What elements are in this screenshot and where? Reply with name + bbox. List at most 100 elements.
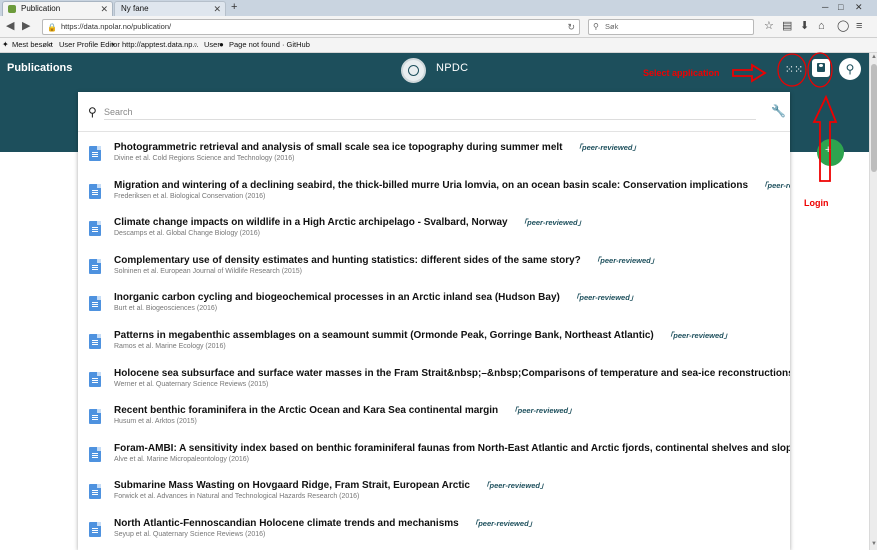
wrench-icon[interactable]: 🔧: [771, 104, 786, 118]
result-meta: Husum et al. Arktos (2015): [114, 418, 197, 426]
document-icon: [89, 409, 101, 425]
bookmark-label: Page not found · GitHub: [229, 40, 310, 49]
page-title[interactable]: Publications: [7, 62, 72, 74]
result-title-link[interactable]: Recent benthic foraminifera in the Arcti…: [114, 405, 576, 416]
tab-label: Publication: [21, 4, 61, 13]
bookmark-user-profile-editor[interactable]: ▫ User Profile Editor: [49, 38, 120, 52]
page-scrollbar[interactable]: ▲ ▼: [869, 53, 877, 550]
document-icon: [89, 371, 101, 387]
list-item[interactable]: Inorganic carbon cycling and biogeochemi…: [78, 290, 790, 328]
scroll-down-icon[interactable]: ▼: [870, 541, 877, 547]
document-icon: [89, 484, 101, 500]
peer-reviewed-badge: 「peer-reviewed」: [510, 406, 576, 416]
peer-reviewed-badge: 「peer-reviewed」: [760, 180, 790, 190]
list-item[interactable]: Climate change impacts on wildlife in a …: [78, 215, 790, 253]
browser-tab-new[interactable]: Ny fane ✕: [114, 1, 226, 16]
result-title-link[interactable]: Complementary use of density estimates a…: [114, 255, 658, 266]
url-bar[interactable]: 🔒 https://data.npolar.no/publication/ ↻: [42, 19, 580, 35]
select-application-annotation: Select application: [643, 68, 720, 78]
list-item[interactable]: Recent benthic foraminifera in the Arcti…: [78, 403, 790, 441]
bookmark-label: Mest besøkt: [12, 40, 53, 49]
maximize-icon[interactable]: □: [838, 0, 843, 14]
scroll-thumb[interactable]: [871, 64, 877, 172]
peer-reviewed-badge: 「peer-reviewed」: [470, 518, 537, 528]
login-annotation: Login: [804, 198, 829, 208]
browser-search-placeholder: Søk: [605, 22, 619, 31]
result-title-link[interactable]: Climate change impacts on wildlife in a …: [114, 217, 585, 228]
page-icon: ▫: [49, 40, 52, 49]
list-item[interactable]: Migration and wintering of a declining s…: [78, 178, 790, 216]
result-title-link[interactable]: Holocene sea subsurface and surface wate…: [114, 368, 790, 379]
back-icon[interactable]: ◀: [6, 20, 14, 33]
bookmark-github[interactable]: ● Page not found · GitHub: [219, 38, 310, 52]
close-tab-icon[interactable]: ✕: [213, 2, 221, 16]
list-item[interactable]: Foram-AMBI: A sensitivity index based on…: [78, 441, 790, 479]
header-search-button[interactable]: ⚲: [839, 58, 861, 80]
window-close-icon[interactable]: ✕: [855, 0, 863, 14]
reload-icon[interactable]: ↻: [567, 20, 575, 34]
document-icon: [89, 296, 101, 312]
menu-icon[interactable]: ≡: [856, 20, 862, 33]
bookmark-apptest[interactable]: ▪ http://apptest.data.np...: [112, 38, 199, 52]
star-icon[interactable]: ☆: [764, 20, 774, 33]
list-item[interactable]: Complementary use of density estimates a…: [78, 253, 790, 291]
result-title-link[interactable]: Migration and wintering of a declining s…: [114, 180, 790, 191]
search-icon: ⚲: [88, 105, 97, 119]
result-title-text: Recent benthic foraminifera in the Arcti…: [114, 405, 499, 417]
result-title-link[interactable]: North Atlantic-Fennoscandian Holocene cl…: [114, 518, 536, 529]
account-box-icon: [817, 63, 825, 72]
result-title-link[interactable]: Patterns in megabenthic assemblages on a…: [114, 330, 731, 341]
forward-icon[interactable]: ▶: [22, 20, 30, 33]
npdc-logo-icon[interactable]: [401, 58, 426, 83]
minimize-icon[interactable]: ─: [822, 0, 828, 14]
github-icon: ●: [219, 40, 224, 49]
scroll-up-icon[interactable]: ▲: [870, 54, 877, 60]
lock-icon: 🔒: [47, 23, 57, 32]
home-icon[interactable]: ⌂: [818, 20, 825, 33]
result-title-text: North Atlantic-Fennoscandian Holocene cl…: [114, 517, 459, 529]
search-row: ⚲ 🔧: [78, 92, 790, 132]
result-title-text: Patterns in megabenthic assemblages on a…: [114, 329, 654, 341]
list-item[interactable]: Submarine Mass Wasting on Hovgaard Ridge…: [78, 478, 790, 516]
result-title-link[interactable]: Submarine Mass Wasting on Hovgaard Ridge…: [114, 480, 547, 491]
document-icon: [89, 146, 101, 161]
document-icon: [89, 521, 101, 537]
peer-reviewed-badge: 「peer-reviewed」: [519, 218, 586, 228]
result-title-text: Climate change impacts on wildlife in a …: [114, 217, 508, 229]
star-icon: ✦: [2, 40, 9, 49]
peer-reviewed-badge: 「peer-reviewed」: [665, 330, 732, 340]
result-meta: Solninen et al. European Journal of Wild…: [114, 267, 302, 275]
list-item[interactable]: Patterns in megabenthic assemblages on a…: [78, 328, 790, 366]
result-title-link[interactable]: Photogrammetric retrieval and analysis o…: [114, 142, 640, 153]
login-button[interactable]: [812, 59, 830, 77]
download-icon[interactable]: ⬇: [800, 20, 809, 33]
browser-tab-publication[interactable]: Publication ✕: [2, 1, 113, 16]
list-item[interactable]: Holocene sea subsurface and surface wate…: [78, 366, 790, 404]
result-meta: Burt et al. Biogeosciences (2016): [114, 305, 218, 313]
close-tab-icon[interactable]: ✕: [100, 2, 108, 16]
list-item[interactable]: Photogrammetric retrieval and analysis o…: [78, 140, 790, 178]
document-icon: [89, 221, 101, 237]
logo-text[interactable]: NPDC: [436, 62, 468, 74]
browser-search-bar[interactable]: ⚲ Søk: [588, 19, 754, 35]
select-application-button[interactable]: ⁙⁙: [783, 59, 805, 81]
result-meta: Descamps et al. Global Change Biology (2…: [114, 230, 260, 238]
site-favicon-icon: [8, 5, 16, 13]
bookmark-label: User: [204, 40, 220, 49]
result-title-link[interactable]: Foram-AMBI: A sensitivity index based on…: [114, 443, 790, 454]
search-results-card: ⚲ 🔧 Photogrammetric retrieval and analys…: [78, 92, 790, 550]
list-item[interactable]: North Atlantic-Fennoscandian Holocene cl…: [78, 516, 790, 550]
search-input[interactable]: [104, 105, 756, 120]
result-title-text: Complementary use of density estimates a…: [114, 254, 581, 266]
chat-icon[interactable]: ◯: [837, 20, 849, 33]
results-list: Photogrammetric retrieval and analysis o…: [78, 140, 790, 550]
add-icon: +: [825, 144, 832, 156]
bookmark-user[interactable]: ▫ User: [194, 38, 220, 52]
clipboard-icon[interactable]: ▤: [782, 20, 792, 33]
bookmarks-bar: ✦ Mest besøkt ▫ User Profile Editor ▪ http:…: [0, 38, 877, 53]
result-title-link[interactable]: Inorganic carbon cycling and biogeochemi…: [114, 292, 637, 303]
result-title-text: Photogrammetric retrieval and analysis o…: [114, 142, 563, 153]
document-icon: [89, 183, 101, 199]
bookmark-most-visited[interactable]: ✦ Mest besøkt: [2, 38, 53, 52]
new-tab-button[interactable]: +: [231, 1, 237, 13]
